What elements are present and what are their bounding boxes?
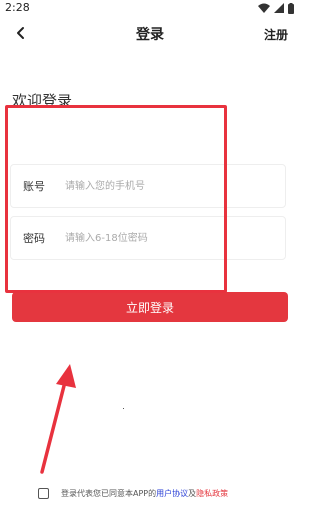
login-button[interactable]: 立即登录 <box>12 292 288 322</box>
account-input[interactable] <box>65 176 285 196</box>
status-icons <box>258 2 294 14</box>
battery-icon <box>288 2 294 14</box>
nav-bar: 登录 注册 <box>0 18 300 50</box>
password-label: 密码 <box>23 232 45 245</box>
annotation-arrow-icon <box>40 364 76 474</box>
page-title: 登录 <box>136 27 164 43</box>
agreement-checkbox[interactable] <box>38 488 49 499</box>
agreement-conjunction: 及 <box>188 489 197 498</box>
wifi-icon <box>258 3 270 13</box>
agreement-prefix: 登录代表您已同意本APP的 <box>61 489 157 498</box>
login-form: 账号 密码 <box>10 162 286 266</box>
account-row: 账号 <box>10 164 286 208</box>
agreement-text: 登录代表您已同意本APP的用户协议及隐私政策 <box>61 488 228 499</box>
register-link[interactable]: 注册 <box>264 26 288 43</box>
password-input[interactable] <box>65 228 285 248</box>
password-row: 密码 <box>10 216 286 260</box>
account-label: 账号 <box>23 180 45 193</box>
signal-icon <box>274 3 284 13</box>
status-time: 2:28 <box>5 1 30 14</box>
agreement-row: 登录代表您已同意本APP的用户协议及隐私政策 <box>38 488 228 499</box>
login-screen: 2:28 登录 注册 欢迎登录 账号 密码 <box>0 0 300 530</box>
privacy-policy-link[interactable]: 隐私政策 <box>196 489 228 498</box>
status-bar: 2:28 <box>0 0 300 16</box>
stray-dot <box>123 408 124 409</box>
user-agreement-link[interactable]: 用户协议 <box>156 489 188 498</box>
welcome-heading: 欢迎登录 <box>12 92 73 110</box>
